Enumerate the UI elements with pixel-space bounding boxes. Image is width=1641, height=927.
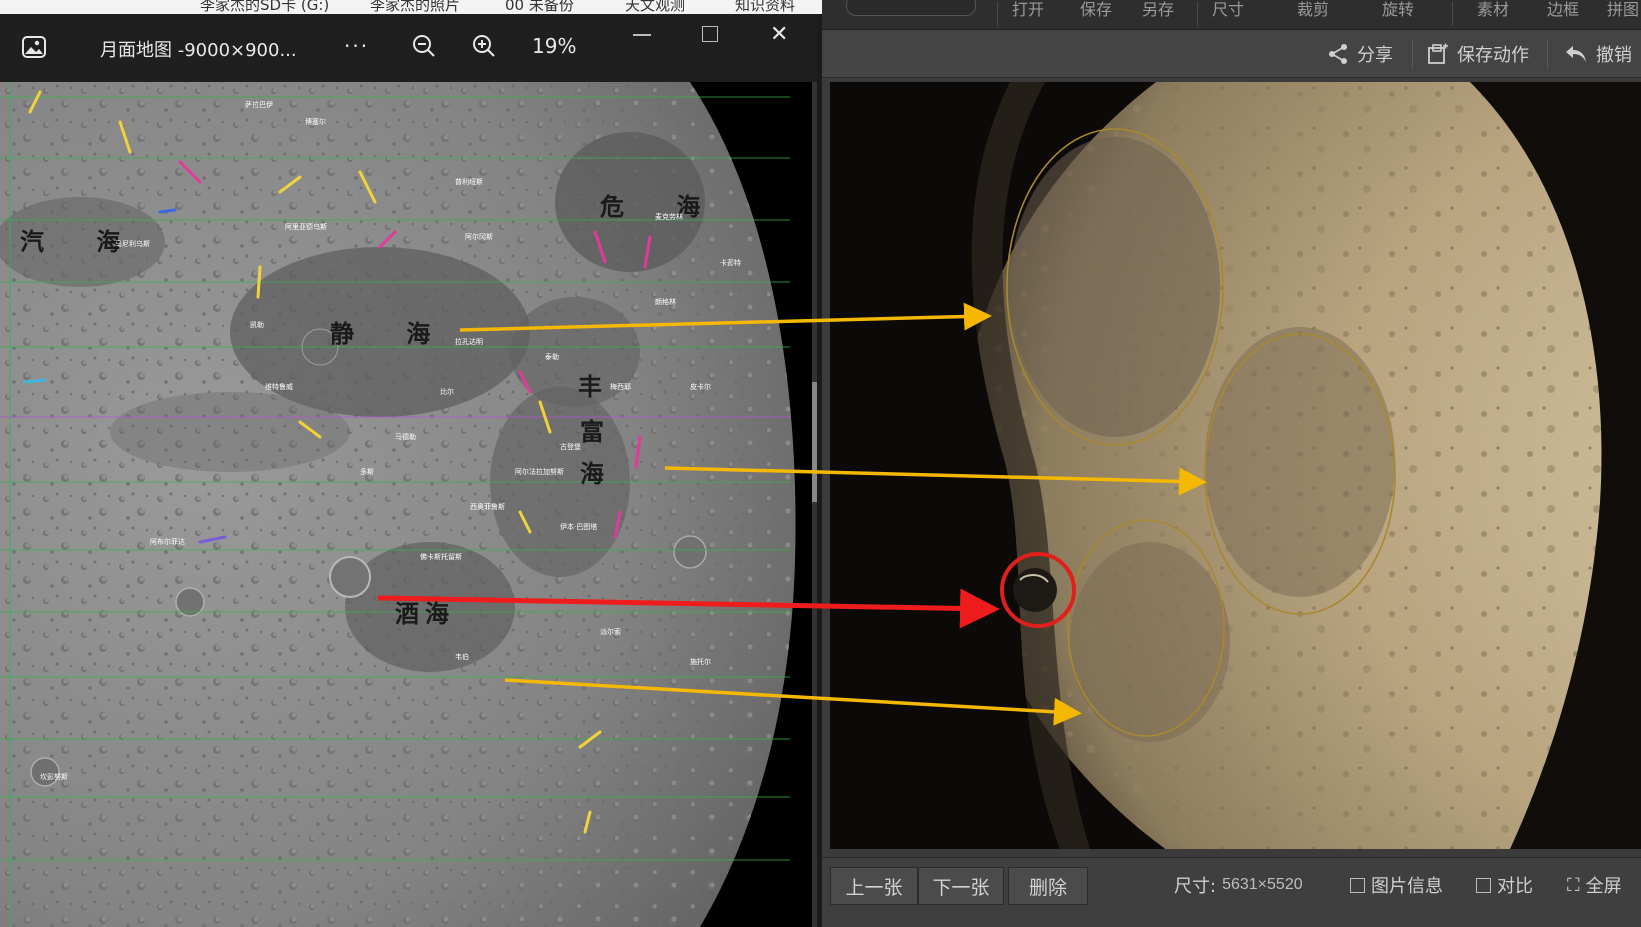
editor-action-bar: 分享 保存动作 撤销 — [822, 30, 1641, 78]
map-small-label: 梅西耶 — [610, 383, 631, 391]
compare-label: 对比 — [1497, 876, 1533, 897]
breadcrumb-item[interactable]: 知识资料 — [735, 0, 795, 14]
toolbar-search-pill[interactable] — [846, 0, 976, 16]
breadcrumb-item[interactable]: 00 未备份 — [505, 0, 574, 14]
map-small-label: 泰勒 — [545, 353, 559, 361]
moon-photo — [830, 82, 1641, 849]
map-small-label: 马德勒 — [395, 433, 416, 441]
image-info-label: 图片信息 — [1371, 876, 1443, 897]
label-mare-fecunditatis-3: 海 — [580, 459, 626, 488]
share-label: 分享 — [1357, 45, 1393, 66]
map-small-label: 皮卡尔 — [690, 383, 711, 391]
image-info-button[interactable]: 图片信息 — [1350, 872, 1443, 898]
map-small-label: 施托尔 — [690, 658, 711, 666]
moon-photo-disc — [830, 82, 1641, 849]
minimize-icon[interactable] — [633, 34, 651, 36]
map-small-label: 韦伯 — [455, 653, 469, 661]
toolbar-save-as[interactable]: 另存 — [1142, 0, 1174, 20]
image-size-readout: 尺寸: 5631×5520 — [1174, 872, 1303, 898]
delete-button[interactable]: 删除 — [1008, 867, 1088, 905]
map-small-label: 萨拉巴伊 — [245, 101, 273, 109]
map-small-label: 派尔索 — [600, 628, 621, 636]
compare-icon — [1476, 877, 1491, 893]
map-small-label: 拉孔达明 — [455, 338, 483, 346]
toolbar-divider — [1197, 2, 1198, 26]
share-icon — [1329, 44, 1347, 64]
photo-viewer-window: 月面地图 -9000×900... ··· 19% ✕ 汽 海 危 海 静 海 … — [0, 14, 817, 927]
share-button[interactable]: 分享 — [1327, 42, 1393, 66]
map-small-label: 卡彭特 — [720, 259, 741, 267]
maximize-icon[interactable] — [702, 26, 718, 42]
map-small-label: 伊本·巴图塔 — [560, 523, 598, 531]
label-mare-tranquillitatis: 静 海 — [330, 319, 453, 348]
map-small-label: 比尔 — [440, 388, 454, 396]
map-small-label: 博塞尔 — [305, 118, 326, 126]
label-mare-fecunditatis-2: 富 — [580, 417, 626, 446]
compare-button[interactable]: 对比 — [1476, 872, 1533, 898]
save-action-button[interactable]: 保存动作 — [1427, 42, 1529, 66]
map-small-label: 阿布尔菲达 — [150, 538, 185, 546]
fullscreen-label: 全屏 — [1585, 876, 1622, 897]
prev-image-button[interactable]: 上一张 — [830, 867, 918, 905]
zoom-out-icon[interactable] — [412, 34, 436, 58]
toolbar-divider — [997, 2, 998, 26]
undo-button[interactable]: 撤销 — [1564, 42, 1632, 66]
toolbar-open[interactable]: 打开 — [1012, 0, 1044, 20]
more-options-button[interactable]: ··· — [344, 34, 369, 58]
map-small-label: 麦克劳林 — [655, 213, 683, 221]
toolbar-divider — [1452, 2, 1453, 26]
editor-top-toolbar: 打开 保存 另存 尺寸 裁剪 旋转 素材 边框 拼图 — [822, 0, 1641, 30]
map-small-label: 马尼利乌斯 — [115, 240, 150, 248]
map-small-label: 维特鲁威 — [265, 383, 293, 391]
breadcrumb-item[interactable]: 李家杰的照片 — [370, 0, 460, 14]
map-small-label: 普利纽斯 — [455, 178, 483, 186]
map-small-label: 阿尔冈斯 — [465, 233, 493, 241]
size-label: 尺寸: — [1174, 876, 1217, 897]
photos-app-icon — [22, 36, 46, 58]
screen: 李家杰的SD卡 (G:) 李家杰的照片 00 未备份 天文观测 知识资料 月面地… — [0, 0, 1641, 927]
map-small-label: 坎彭努斯 — [40, 773, 68, 781]
map-small-label: 古登堡 — [560, 443, 581, 451]
background-explorer-breadcrumb: 李家杰的SD卡 (G:) 李家杰的照片 00 未备份 天文观测 知识资料 — [0, 0, 830, 14]
zoom-in-icon[interactable] — [472, 34, 496, 58]
toolbar-collage[interactable]: 拼图 — [1607, 0, 1639, 20]
viewer-scrollbar-thumb[interactable] — [812, 382, 817, 502]
map-small-label: 阿尔法拉加努斯 — [515, 468, 564, 476]
size-value: 5631×5520 — [1222, 876, 1303, 893]
viewer-file-title: 月面地图 -9000×900... — [100, 40, 297, 61]
toolbar-size[interactable]: 尺寸 — [1212, 0, 1244, 20]
viewer-titlebar: 月面地图 -9000×900... ··· 19% ✕ — [0, 14, 817, 82]
viewer-scrollbar[interactable] — [812, 82, 817, 927]
breadcrumb-item[interactable]: 李家杰的SD卡 (G:) — [200, 0, 329, 14]
map-small-label: 西奥菲鲁斯 — [470, 503, 505, 511]
save-action-icon — [1428, 43, 1448, 64]
action-divider — [1547, 40, 1548, 68]
next-image-button[interactable]: 下一张 — [918, 867, 1004, 905]
undo-label: 撤销 — [1596, 45, 1632, 66]
image-editor-window: 打开 保存 另存 尺寸 裁剪 旋转 素材 边框 拼图 分享 保存动作 撤销 上一… — [822, 0, 1641, 927]
map-small-label: 凯勒 — [250, 321, 264, 329]
map-small-label: 朗格林 — [655, 298, 676, 306]
breadcrumb-item[interactable]: 天文观测 — [625, 0, 685, 14]
lunar-map-image[interactable]: 汽 海 危 海 静 海 丰 富 海 酒海 萨拉巴伊 博塞尔 普利纽斯 阿尔冈斯 … — [0, 82, 817, 927]
toolbar-rotate[interactable]: 旋转 — [1382, 0, 1414, 20]
map-small-label: 佛卡斯托留斯 — [420, 553, 462, 561]
label-mare-nectaris: 酒海 — [395, 599, 455, 628]
moon-photo-canvas[interactable] — [830, 82, 1641, 849]
action-divider — [1412, 40, 1413, 68]
map-small-label: 阿里亚德乌斯 — [285, 223, 327, 231]
fullscreen-icon: ⛶ — [1567, 874, 1580, 896]
map-small-label: 多斯 — [360, 468, 374, 476]
fullscreen-button[interactable]: ⛶ 全屏 — [1567, 872, 1622, 898]
save-action-label: 保存动作 — [1457, 45, 1529, 66]
editor-bottom-bar: 上一张 下一张 删除 尺寸: 5631×5520 图片信息 对比 ⛶ 全屏 — [822, 857, 1641, 927]
toolbar-materials[interactable]: 素材 — [1477, 0, 1509, 20]
image-info-icon — [1350, 877, 1365, 893]
undo-icon — [1566, 46, 1586, 62]
zoom-level-readout: 19% — [532, 34, 577, 58]
close-icon[interactable]: ✕ — [770, 22, 788, 47]
toolbar-save[interactable]: 保存 — [1080, 0, 1112, 20]
toolbar-crop[interactable]: 裁剪 — [1297, 0, 1329, 20]
toolbar-border[interactable]: 边框 — [1547, 0, 1579, 20]
